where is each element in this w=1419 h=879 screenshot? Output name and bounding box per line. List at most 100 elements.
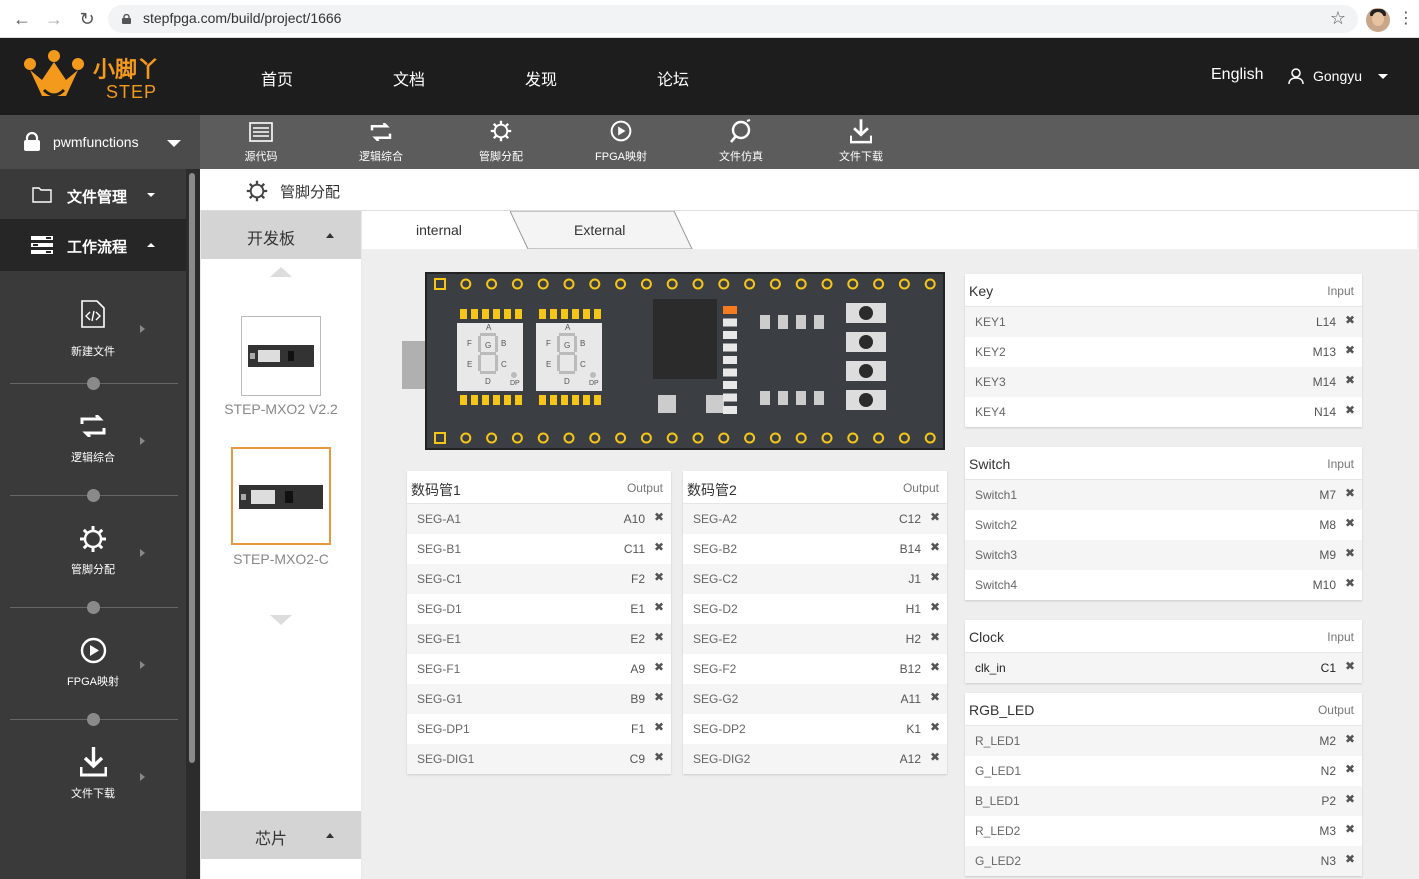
pin-location[interactable]: P2 <box>1321 794 1336 808</box>
user-dropdown-caret-icon[interactable] <box>1378 74 1388 79</box>
pin-location[interactable]: N2 <box>1321 764 1336 778</box>
pin-location[interactable]: M8 <box>1319 518 1336 532</box>
remove-pin-icon[interactable]: ✖ <box>1345 762 1355 776</box>
pin-location[interactable]: A12 <box>900 752 921 766</box>
pin-location[interactable]: B9 <box>630 692 645 706</box>
toolbar-fpga-map[interactable]: FPGA映射 <box>566 115 676 169</box>
sidebar-workflow[interactable]: 工作流程 <box>0 219 186 271</box>
browser-profile-avatar[interactable] <box>1366 8 1390 32</box>
remove-pin-icon[interactable]: ✖ <box>654 600 664 614</box>
remove-pin-icon[interactable]: ✖ <box>930 510 940 524</box>
remove-pin-icon[interactable]: ✖ <box>1345 822 1355 836</box>
pin-row[interactable]: SEG-C1 F2 ✖ <box>407 564 671 594</box>
fpga-board-image[interactable]: A F G B E C D DP A F G B E C D DP <box>400 271 946 451</box>
address-bar[interactable]: stepfpga.com/build/project/1666 ☆ <box>108 5 1358 33</box>
toolbar-pin-assign[interactable]: 管脚分配 <box>446 115 556 169</box>
pin-location[interactable]: M13 <box>1313 345 1336 359</box>
remove-pin-icon[interactable]: ✖ <box>930 690 940 704</box>
workflow-fpga-map[interactable]: FPGA映射 <box>0 633 186 713</box>
remove-pin-icon[interactable]: ✖ <box>1345 546 1355 560</box>
pin-row[interactable]: SEG-A2 C12 ✖ <box>683 504 947 534</box>
brand-name[interactable]: 小脚丫 <box>93 52 159 84</box>
pin-location[interactable]: A9 <box>630 662 645 676</box>
remove-pin-icon[interactable]: ✖ <box>1345 343 1355 357</box>
pin-row[interactable]: Switch3 M9 ✖ <box>965 540 1362 570</box>
pin-location[interactable]: N14 <box>1314 405 1336 419</box>
chevron-up-icon[interactable] <box>326 233 334 238</box>
pin-row[interactable]: KEY3 M14 ✖ <box>965 367 1362 397</box>
reload-icon[interactable]: ↻ <box>75 7 99 31</box>
remove-pin-icon[interactable]: ✖ <box>1345 732 1355 746</box>
pin-row[interactable]: SEG-E2 H2 ✖ <box>683 624 947 654</box>
toolbar-synthesis[interactable]: 逻辑综合 <box>326 115 436 169</box>
pin-row[interactable]: Switch1 M7 ✖ <box>965 480 1362 510</box>
workflow-download[interactable]: 文件下载 <box>0 745 186 825</box>
user-icon[interactable] <box>1287 67 1305 85</box>
toolbar-source-code[interactable]: 源代码 <box>206 115 316 169</box>
pin-row[interactable]: G_LED2 N3 ✖ <box>965 846 1362 876</box>
project-selector[interactable]: pwmfunctions <box>0 115 200 169</box>
sidebar-file-management[interactable]: 文件管理 <box>0 169 186 221</box>
tab-internal[interactable]: internal <box>416 222 462 238</box>
bookmark-star-icon[interactable]: ☆ <box>1330 8 1346 29</box>
pin-row[interactable]: KEY1 L14 ✖ <box>965 307 1362 337</box>
pin-row[interactable]: SEG-F1 A9 ✖ <box>407 654 671 684</box>
board-name-v22[interactable]: STEP-MXO2 V2.2 <box>201 401 361 417</box>
remove-pin-icon[interactable]: ✖ <box>654 750 664 764</box>
pin-location[interactable]: B14 <box>900 542 921 556</box>
pin-row[interactable]: R_LED2 M3 ✖ <box>965 816 1362 846</box>
pin-location[interactable]: C12 <box>899 512 921 526</box>
workflow-pin-assign[interactable]: 管脚分配 <box>0 521 186 601</box>
remove-pin-icon[interactable]: ✖ <box>930 570 940 584</box>
pin-row[interactable]: SEG-E1 E2 ✖ <box>407 624 671 654</box>
pin-row[interactable]: R_LED1 M2 ✖ <box>965 726 1362 756</box>
remove-pin-icon[interactable]: ✖ <box>930 540 940 554</box>
crown-logo-icon[interactable] <box>22 48 86 106</box>
remove-pin-icon[interactable]: ✖ <box>1345 852 1355 866</box>
nav-docs[interactable]: 文档 <box>393 66 425 90</box>
pin-row[interactable]: SEG-G1 B9 ✖ <box>407 684 671 714</box>
toolbar-simulation[interactable]: 文件仿真 <box>686 115 796 169</box>
pin-location[interactable]: H2 <box>906 632 921 646</box>
language-link[interactable]: English <box>1211 66 1263 84</box>
pin-row[interactable]: SEG-A1 A10 ✖ <box>407 504 671 534</box>
remove-pin-icon[interactable]: ✖ <box>654 570 664 584</box>
pin-location[interactable]: L14 <box>1316 315 1336 329</box>
pin-row[interactable]: SEG-G2 A11 ✖ <box>683 684 947 714</box>
chevron-up-icon[interactable] <box>326 833 334 838</box>
pin-location[interactable]: F1 <box>631 722 645 736</box>
board-name-c[interactable]: STEP-MXO2-C <box>201 551 361 567</box>
remove-pin-icon[interactable]: ✖ <box>1345 403 1355 417</box>
remove-pin-icon[interactable]: ✖ <box>930 750 940 764</box>
remove-pin-icon[interactable]: ✖ <box>1345 576 1355 590</box>
pin-row[interactable]: B_LED1 P2 ✖ <box>965 786 1362 816</box>
pin-location[interactable]: E2 <box>630 632 645 646</box>
scroll-down-icon[interactable] <box>270 615 292 625</box>
pin-location[interactable]: A11 <box>901 692 921 706</box>
remove-pin-icon[interactable]: ✖ <box>930 600 940 614</box>
remove-pin-icon[interactable]: ✖ <box>930 660 940 674</box>
pin-row[interactable]: SEG-F2 B12 ✖ <box>683 654 947 684</box>
pin-row[interactable]: SEG-B2 B14 ✖ <box>683 534 947 564</box>
remove-pin-icon[interactable]: ✖ <box>654 720 664 734</box>
nav-home[interactable]: 首页 <box>261 66 293 90</box>
toolbar-download[interactable]: 文件下载 <box>806 115 916 169</box>
board-thumb-c-selected[interactable] <box>231 447 331 545</box>
pin-location[interactable]: K1 <box>906 722 921 736</box>
remove-pin-icon[interactable]: ✖ <box>1345 313 1355 327</box>
pin-row[interactable]: KEY4 N14 ✖ <box>965 397 1362 427</box>
remove-pin-icon[interactable]: ✖ <box>1345 486 1355 500</box>
pin-location[interactable]: M10 <box>1313 578 1336 592</box>
chip-panel-header[interactable]: 芯片 <box>201 811 361 859</box>
remove-pin-icon[interactable]: ✖ <box>1345 373 1355 387</box>
remove-pin-icon[interactable]: ✖ <box>1345 792 1355 806</box>
pin-location[interactable]: M2 <box>1319 734 1336 748</box>
remove-pin-icon[interactable]: ✖ <box>1345 516 1355 530</box>
workflow-new-file[interactable]: 新建文件 <box>0 295 186 375</box>
remove-pin-icon[interactable]: ✖ <box>654 510 664 524</box>
pin-row[interactable]: SEG-DIG2 A12 ✖ <box>683 744 947 774</box>
pin-row[interactable]: SEG-D2 H1 ✖ <box>683 594 947 624</box>
pin-location[interactable]: C11 <box>624 542 645 556</box>
remove-pin-icon[interactable]: ✖ <box>654 540 664 554</box>
scroll-up-icon[interactable] <box>270 267 292 277</box>
